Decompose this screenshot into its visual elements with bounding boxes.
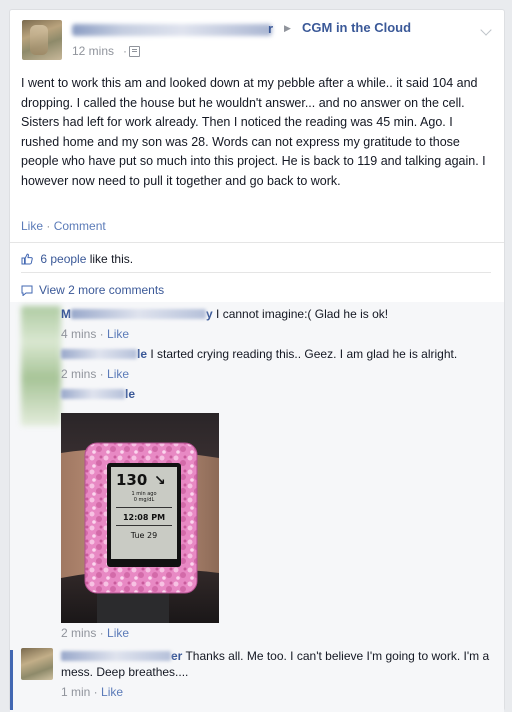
commenter-name-tail[interactable]: er (171, 649, 182, 663)
audience-icon[interactable] (129, 46, 140, 57)
comment-bubble-icon (21, 285, 33, 296)
comment-body: le I started crying reading this.. Geez.… (61, 346, 491, 382)
comment-like-button[interactable]: Like (107, 626, 129, 640)
post-timestamp[interactable]: 12 mins (72, 44, 114, 58)
comment-body: le (61, 386, 491, 402)
watch-clock: 12:08 PM (122, 513, 166, 522)
commenter-name-tail[interactable]: le (137, 347, 147, 361)
commenter-name-tail[interactable]: le (125, 387, 135, 401)
commenter-name-redacted[interactable] (71, 309, 206, 319)
comment-body: 2 mins · Like (61, 625, 491, 641)
comment-time[interactable]: 4 mins (61, 327, 96, 341)
author-name-redacted[interactable] (72, 24, 272, 36)
post-card: r ▶ CGM in the Cloud 12 mins · I went to… (9, 9, 505, 712)
comment-time[interactable]: 2 mins (61, 626, 96, 640)
author-name-tail[interactable]: r (268, 21, 273, 36)
likes-suffix: like this. (86, 252, 134, 266)
commenter-name-redacted[interactable] (61, 349, 137, 359)
likers-link[interactable]: 6 people (40, 252, 86, 266)
divider (10, 242, 504, 243)
post-header: r ▶ CGM in the Cloud 12 mins · (22, 20, 492, 64)
comment-like-button[interactable]: Like (107, 327, 129, 341)
glucose-reading: 130 (116, 471, 148, 489)
comment-body: My I cannot imagine:( Glad he is ok! 4 m… (61, 306, 491, 342)
trend-arrow-icon: ↘ (154, 473, 166, 489)
comment-body: er Thanks all. Me too. I can't believe I… (61, 648, 491, 700)
comment-like-button[interactable]: Like (101, 685, 123, 699)
comment-photo[interactable]: 130 ↘ 1 min ago 0 mg/dL 12:08 PM Tue 29 (61, 413, 219, 623)
comment-meta: 2 mins · Like (61, 367, 130, 381)
right-arrow-icon: ▶ (284, 23, 291, 33)
watch-date: Tue 29 (130, 531, 158, 540)
commenter-name-start[interactable]: M (61, 307, 71, 321)
time-separator: · (123, 44, 127, 58)
screen-divider (116, 525, 172, 526)
divider (21, 272, 491, 273)
reading-delta: 0 mg/dL (133, 497, 155, 503)
comment-time[interactable]: 2 mins (61, 367, 96, 381)
comment-button[interactable]: Comment (54, 219, 106, 233)
chevron-down-icon[interactable] (480, 24, 492, 36)
commenter-name-tail[interactable]: y (206, 307, 213, 321)
comment-meta: 1 min · Like (61, 685, 124, 699)
post-actions: Like · Comment (21, 219, 106, 233)
comment-meta: 4 mins · Like (61, 327, 130, 341)
new-comment-indicator (10, 650, 13, 710)
likes-summary: 6 people like this. (21, 252, 133, 266)
author-avatar[interactable] (22, 20, 62, 60)
post-text: I went to work this am and looked down a… (21, 76, 486, 188)
view-more-label: View 2 more comments (39, 283, 165, 297)
action-separator: · (46, 219, 51, 233)
commenter-avatar-redacted[interactable] (21, 306, 61, 426)
screen-divider (116, 507, 172, 508)
comment-text: I started crying reading this.. Geez. I … (147, 347, 458, 361)
thumbs-up-icon (21, 253, 33, 265)
view-more-comments[interactable]: View 2 more comments (21, 283, 164, 297)
comment-time[interactable]: 1 min (61, 685, 90, 699)
group-link[interactable]: CGM in the Cloud (302, 20, 411, 35)
comment-like-button[interactable]: Like (107, 367, 129, 381)
commenter-name-redacted[interactable] (61, 389, 125, 399)
comment-meta: 2 mins · Like (61, 626, 130, 640)
commenter-avatar[interactable] (21, 648, 53, 680)
watch-screen: 130 ↘ 1 min ago 0 mg/dL 12:08 PM Tue 29 (114, 471, 174, 557)
comment-text: I cannot imagine:( Glad he is ok! (212, 307, 389, 321)
like-button[interactable]: Like (21, 219, 43, 233)
commenter-name-redacted[interactable] (61, 651, 171, 661)
